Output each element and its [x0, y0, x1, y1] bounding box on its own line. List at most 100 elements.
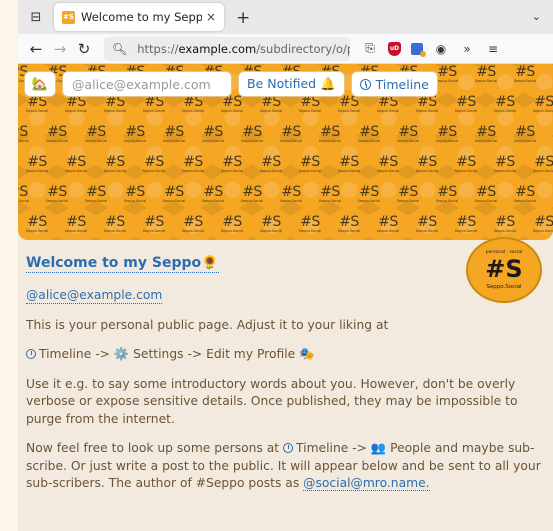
hex-tile: #SSeppo.Social [546, 64, 553, 90]
tab-list-icon[interactable]: ⊟ [22, 3, 50, 31]
ublock-extension-icon[interactable]: uD [388, 41, 401, 56]
author-mention-link[interactable]: @social@mro.name. [303, 476, 430, 491]
hex-tile: #SSeppo.Social [84, 183, 108, 203]
hex-tile: #SSeppo.Social [454, 153, 478, 173]
url-bar[interactable]: 🔍︎ https://example.com/subdirectory/o/p/ [104, 36, 350, 61]
hex-tile: #SSeppo.Social [546, 118, 553, 150]
page-left-margin [0, 0, 18, 531]
extension-icon[interactable] [411, 42, 426, 57]
intro-paragraph: This is your personal public page. Adjus… [26, 317, 389, 332]
hex-tile: #SSeppo.Social [84, 123, 108, 143]
gear-icon: ⚙️ [113, 347, 130, 361]
hex-tile: #SSeppo.Social [337, 213, 361, 233]
hex-tile: #SSeppo.Social [45, 183, 69, 203]
hex-tile: #SSeppo.Social [357, 123, 381, 143]
hex-tile: #SSeppo.Social [181, 213, 205, 233]
reload-icon[interactable]: ↻ [72, 40, 96, 58]
hex-tile: #SSeppo.Social [318, 183, 342, 203]
timeline-text: Timeline -> [296, 441, 367, 455]
hex-tile: #SSeppo.Social [162, 183, 186, 203]
hex-tile: #SSeppo.Social [103, 153, 127, 173]
hex-tile: #SSeppo.Social [532, 93, 553, 113]
banner-controls: 🏡 Be Notified 🔔 Timeline [24, 71, 438, 97]
hex-tile: #SSeppo.Social [279, 183, 303, 203]
share-icon[interactable]: ⎘ [362, 41, 378, 56]
hex-tile: #SSeppo.Social [513, 123, 537, 143]
hex-tile: #SSeppo.Social [435, 123, 459, 143]
hex-tile: #SSeppo.Social [259, 153, 283, 173]
hex-tile: #SSeppo.Social [357, 183, 381, 203]
hex-tile: #SSeppo.Social [162, 123, 186, 143]
tab-title: Welcome to my Seppo🌻 [81, 10, 202, 24]
menu-icon[interactable]: ≡ [485, 42, 501, 56]
hex-tile: #SSeppo.Social [45, 123, 69, 143]
hex-tile: #SSeppo.Social [18, 123, 30, 143]
hex-tile: #SSeppo.Social [396, 123, 420, 143]
people-icon: 👥 [370, 441, 387, 455]
timeline-button-label: Timeline [375, 76, 429, 92]
hex-tile: #SSeppo.Social [454, 213, 478, 233]
email-field[interactable] [62, 71, 232, 97]
hex-tile: #SSeppo.Social [103, 213, 127, 233]
page-title[interactable]: Welcome to my Seppo🌻 [26, 254, 219, 273]
hex-tile: #SSeppo.Social [220, 153, 244, 173]
search-icon: 🔍︎ [112, 41, 128, 56]
hex-tile: #SSeppo.Social [513, 64, 537, 83]
hex-tile: #SSeppo.Social [532, 153, 553, 173]
hex-tile: #SSeppo.Social [142, 153, 166, 173]
hex-tile: #SSeppo.Social [64, 153, 88, 173]
home-button[interactable]: 🏡 [24, 71, 56, 97]
toolbar-icons: ⎘ uD ◉ » ≡ [362, 41, 501, 57]
chevron-down-icon[interactable]: ⌄ [532, 10, 541, 23]
hex-tile: #SSeppo.Social [532, 213, 553, 233]
hex-tile: #SSeppo.Social [220, 213, 244, 233]
back-icon[interactable]: ← [24, 40, 48, 58]
hex-tile: #SSeppo.Social [474, 123, 498, 143]
hex-tile: #SSeppo.Social [513, 183, 537, 203]
hex-tile: #SSeppo.Social [240, 123, 264, 143]
url-path: /subdirectory/o/p/ [256, 41, 350, 56]
more-extensions-icon[interactable]: » [459, 42, 475, 56]
profile-handle-link[interactable]: @alice@example.com [26, 287, 163, 304]
hex-tile: #SSeppo.Social [415, 153, 439, 173]
hex-tile: #SSeppo.Social [201, 183, 225, 203]
hex-tile: #SSeppo.Social [259, 213, 283, 233]
hex-tile: #SSeppo.Social [376, 213, 400, 233]
be-notified-button[interactable]: Be Notified 🔔 [238, 71, 345, 97]
reader-view-icon[interactable]: ◉ [433, 42, 449, 56]
next-steps-paragraph: Now feel free to look up some persons at… [26, 440, 551, 493]
close-tab-icon[interactable]: × [206, 10, 216, 24]
hex-tile: #SSeppo.Social [201, 123, 225, 143]
forward-icon[interactable]: → [48, 40, 72, 58]
hex-tile: #SSeppo.Social [18, 183, 30, 203]
hex-tile: #SSeppo.Social [123, 123, 147, 143]
hex-tile: #SSeppo.Social [474, 64, 498, 83]
url-host: example.com [178, 41, 257, 56]
hex-tile: #SSeppo.Social [123, 183, 147, 203]
hex-tile: #SSeppo.Social [318, 123, 342, 143]
hex-tile: #SSeppo.Social [298, 153, 322, 173]
hex-tile: #SSeppo.Social [279, 123, 303, 143]
timeline-button[interactable]: Timeline [350, 71, 438, 97]
hex-tile: #SSeppo.Social [415, 213, 439, 233]
usage-paragraph: Use it e.g. to say some introductory wor… [26, 376, 518, 426]
profile-content: Welcome to my Seppo🌻 @alice@example.com … [26, 254, 551, 493]
browser-window: ⊟ #S Welcome to my Seppo🌻 × + ⌄ ← → ↻ 🔍︎… [18, 0, 553, 531]
hex-tile: #SSeppo.Social [474, 183, 498, 203]
timeline-text: Timeline -> [39, 347, 110, 361]
settings-path-paragraph: Timeline -> ⚙️ Settings -> Edit my Profi… [26, 346, 551, 364]
nav-bar: ← → ↻ 🔍︎ https://example.com/subdirector… [18, 34, 553, 64]
tab-active[interactable]: #S Welcome to my Seppo🌻 × [54, 3, 224, 31]
hex-tile: #SSeppo.Social [142, 213, 166, 233]
seppo-favicon-icon: #S [62, 10, 75, 24]
hex-tile: #SSeppo.Social [546, 178, 553, 210]
hex-tile: #SSeppo.Social [493, 93, 517, 113]
home-icon: 🏡 [31, 76, 49, 92]
hex-tile: #SSeppo.Social [240, 183, 264, 203]
hex-tile: #SSeppo.Social [454, 93, 478, 113]
settings-text: Settings -> Edit my Profile [133, 347, 296, 361]
new-tab-icon[interactable]: + [236, 8, 250, 28]
hex-tile: #SSeppo.Social [181, 153, 205, 173]
hex-tile: #SSeppo.Social [493, 213, 517, 233]
clock-icon [26, 349, 36, 359]
